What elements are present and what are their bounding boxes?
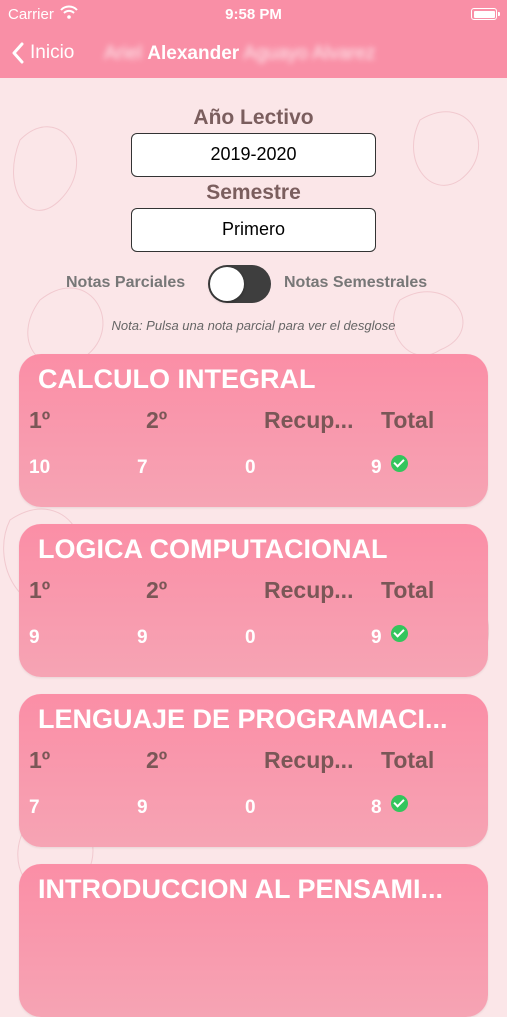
hint-note: Nota: Pulsa una nota parcial para ver el… [111, 318, 396, 333]
course-card[interactable]: INTRODUCCION AL PENSAMI... [19, 864, 488, 1017]
grades-mode-switch[interactable] [208, 265, 271, 303]
course-card[interactable]: LENGUAJE DE PROGRAMACI... 1º 2º Recup...… [19, 694, 488, 847]
grade-recup: 0 [245, 457, 256, 478]
title-first-name: Ariel [104, 43, 143, 64]
grade-total: 8 [371, 797, 382, 818]
grade-total: 9 [371, 627, 382, 648]
semester-field[interactable]: Primero [131, 208, 376, 252]
grade-total: 9 [371, 457, 382, 478]
course-card[interactable]: LOGICA COMPUTACIONAL 1º 2º Recup... Tota… [19, 524, 488, 677]
course-name: LOGICA COMPUTACIONAL [38, 534, 388, 564]
col-first: 1º [29, 747, 51, 773]
title-middle-name: Alexander [147, 43, 240, 64]
course-card[interactable]: CALCULO INTEGRAL 1º 2º Recup... Total 10… [19, 354, 488, 507]
grades-mode-toggle-row: Notas Parciales Notas Semestrales [0, 264, 507, 304]
col-recup: Recup... [264, 747, 354, 773]
grade-first[interactable]: 10 [29, 457, 50, 479]
col-second: 2º [146, 577, 168, 603]
switch-knob [210, 267, 244, 301]
grade-second[interactable]: 9 [137, 627, 148, 649]
col-second: 2º [146, 407, 168, 433]
navigation-bar: Inicio Ariel Alexander Aguayo Alvarez [0, 30, 507, 78]
col-recup: Recup... [264, 407, 354, 433]
grade-first[interactable]: 9 [29, 627, 40, 649]
chevron-left-icon [12, 42, 24, 64]
col-first: 1º [29, 407, 51, 433]
checkmark-circle-icon [391, 455, 408, 472]
checkmark-circle-icon [391, 625, 408, 642]
grade-first[interactable]: 7 [29, 797, 40, 819]
year-label: Año Lectivo [193, 106, 314, 129]
grade-second[interactable]: 9 [137, 797, 148, 819]
toggle-right-label: Notas Semestrales [284, 274, 428, 291]
grade-recup: 0 [245, 627, 256, 648]
course-name: LENGUAJE DE PROGRAMACI... [38, 704, 448, 734]
checkmark-circle-icon [391, 795, 408, 812]
year-field[interactable]: 2019-2020 [131, 133, 376, 177]
battery-icon [471, 8, 500, 20]
col-second: 2º [146, 747, 168, 773]
semester-label: Semestre [206, 181, 301, 204]
toggle-left-label: Notas Parciales [66, 274, 186, 291]
title-last-name: Aguayo Alvarez [243, 43, 376, 64]
col-total: Total [381, 747, 435, 773]
clock: 9:58 PM [225, 6, 282, 23]
back-label: Inicio [30, 42, 75, 63]
student-name-title: Ariel Alexander Aguayo Alvarez [104, 43, 375, 65]
grade-recup: 0 [245, 797, 256, 818]
course-name: CALCULO INTEGRAL [38, 364, 316, 394]
back-button[interactable]: Inicio [12, 42, 74, 64]
course-name: INTRODUCCION AL PENSAMI... [38, 874, 444, 904]
grade-second[interactable]: 7 [137, 457, 148, 479]
col-total: Total [381, 407, 435, 433]
col-first: 1º [29, 577, 51, 603]
col-total: Total [381, 577, 435, 603]
status-bar: Carrier 9:58 PM [0, 0, 507, 30]
col-recup: Recup... [264, 577, 354, 603]
